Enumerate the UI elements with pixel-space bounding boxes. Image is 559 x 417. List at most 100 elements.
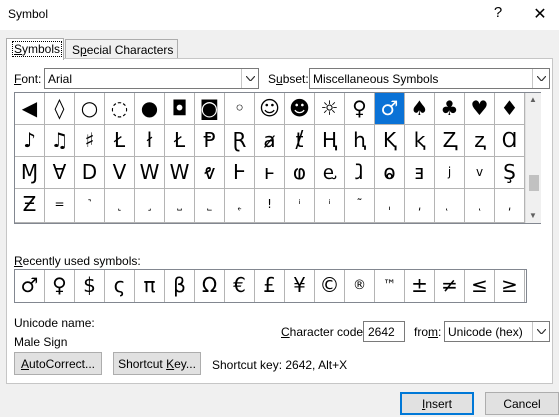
- symbol-cell[interactable]: ͺ: [465, 189, 495, 223]
- symbol-cell[interactable]: =: [45, 189, 75, 223]
- symbol-cell[interactable]: ͵: [405, 189, 435, 223]
- recent-symbols-strip[interactable]: ♂ ♀ $ ς π β Ω € £ ¥ © ® ™ ± ≠ ≤ ≥: [14, 269, 527, 303]
- symbol-cell[interactable]: v: [465, 157, 495, 189]
- symbol-cell[interactable]: ☼: [315, 93, 345, 125]
- recent-symbol-cell[interactable]: ≥: [495, 270, 525, 302]
- symbol-cell[interactable]: V: [105, 157, 135, 189]
- symbol-cell[interactable]: Ⱬ: [435, 125, 465, 157]
- symbol-cell[interactable]: ⱦ: [285, 125, 315, 157]
- recent-symbol-cell[interactable]: €: [225, 270, 255, 302]
- character-code-input[interactable]: 2642: [363, 321, 405, 342]
- symbol-cell[interactable]: ◘: [165, 93, 195, 125]
- symbol-cell[interactable]: ⱪ: [405, 125, 435, 157]
- symbol-cell[interactable]: Ⱶ: [225, 157, 255, 189]
- symbol-cell[interactable]: ♦: [495, 93, 525, 125]
- symbol-cell[interactable]: ♀: [345, 93, 375, 125]
- symbol-cell[interactable]: ˿: [225, 189, 255, 223]
- shortcut-key-button[interactable]: Shortcut Key...: [113, 352, 201, 375]
- symbol-cell[interactable]: W: [165, 157, 195, 189]
- recent-symbol-cell[interactable]: ¥: [285, 270, 315, 302]
- symbol-grid-scrollbar[interactable]: ▲ ▼: [525, 93, 541, 223]
- symbol-cell[interactable]: ◊: [45, 93, 75, 125]
- symbol-cell[interactable]: ⱺ: [375, 157, 405, 189]
- symbol-cell[interactable]: ◌: [105, 93, 135, 125]
- close-button[interactable]: ✕: [530, 4, 550, 24]
- symbol-cell[interactable]: Ɑ: [495, 125, 525, 157]
- subset-dropdown-chevron-down-icon[interactable]: [532, 69, 549, 88]
- symbol-cell[interactable]: ⱷ: [285, 157, 315, 189]
- symbol-cell[interactable]: D: [75, 157, 105, 189]
- symbol-cell[interactable]: W: [135, 157, 165, 189]
- symbol-grid[interactable]: ▲ ▼ ◀ ◊ ○ ◌ ● ◘ ◙ ◦ ☺ ☻ ☼ ♀ ♂ ♠ ♣ ♥ ♦ ♪ ♫ ♯ Łł Ł Ᵽ Ɽⱥ ⱦ Ⱨⱨ Ⱪⱪ Ⱬⱬ Ɑ Ɱ Ɐ…: [14, 92, 541, 224]
- recent-symbol-cell[interactable]: ♂: [15, 270, 45, 302]
- symbol-cell[interactable]: ˻: [105, 189, 135, 223]
- symbol-cell[interactable]: ⁱ: [285, 189, 315, 223]
- symbol-cell[interactable]: ˾: [195, 189, 225, 223]
- scroll-down-icon[interactable]: ▼: [529, 211, 537, 220]
- symbol-cell[interactable]: ♂: [375, 93, 405, 125]
- from-dropdown-chevron-down-icon[interactable]: [532, 322, 549, 341]
- symbol-cell[interactable]: ◦: [225, 93, 255, 125]
- autocorrect-button[interactable]: AutoCorrect...: [14, 352, 102, 375]
- symbol-cell[interactable]: Ɽ: [225, 125, 255, 157]
- symbol-cell[interactable]: ☻: [285, 93, 315, 125]
- symbol-cell[interactable]: Ɐ: [45, 157, 75, 189]
- symbol-cell[interactable]: ˼: [135, 189, 165, 223]
- symbol-cell[interactable]: ⱶ: [255, 157, 285, 189]
- symbol-cell[interactable]: ⁱ: [315, 189, 345, 223]
- tab-special-characters[interactable]: Special Characters: [65, 39, 178, 59]
- symbol-cell[interactable]: ♪: [15, 125, 45, 157]
- recent-symbol-cell[interactable]: ©: [315, 270, 345, 302]
- recent-symbol-cell[interactable]: ς: [105, 270, 135, 302]
- recent-symbol-cell[interactable]: β: [165, 270, 195, 302]
- recent-symbol-cell[interactable]: π: [135, 270, 165, 302]
- tab-symbols[interactable]: Symbols: [6, 38, 64, 60]
- symbol-cell[interactable]: ⱥ: [255, 125, 285, 157]
- symbol-cell[interactable]: ♣: [435, 93, 465, 125]
- symbol-cell[interactable]: Ş: [495, 157, 525, 189]
- symbol-cell[interactable]: ⱻ: [405, 157, 435, 189]
- symbol-cell[interactable]: ˜: [345, 189, 375, 223]
- symbol-cell[interactable]: Ⱪ: [375, 125, 405, 157]
- font-select[interactable]: Arial: [44, 68, 259, 89]
- symbol-cell[interactable]: Ᵽ: [195, 125, 225, 157]
- symbol-cell[interactable]: ͵: [495, 189, 525, 223]
- symbol-cell[interactable]: Ł: [165, 125, 195, 157]
- symbol-cell[interactable]: ⱬ: [465, 125, 495, 157]
- recent-symbol-cell[interactable]: Ω: [195, 270, 225, 302]
- recent-symbol-cell[interactable]: ±: [405, 270, 435, 302]
- scroll-thumb[interactable]: [529, 175, 539, 191]
- symbol-cell[interactable]: Ɱ: [15, 157, 45, 189]
- symbol-cell[interactable]: ˌ: [375, 189, 405, 223]
- symbol-cell[interactable]: ♥: [465, 93, 495, 125]
- symbol-cell[interactable]: ˽: [165, 189, 195, 223]
- symbol-cell[interactable]: ●: [135, 93, 165, 125]
- symbol-cell[interactable]: ⱹ: [345, 157, 375, 189]
- from-select[interactable]: Unicode (hex): [444, 321, 550, 342]
- recent-symbol-cell[interactable]: ™: [375, 270, 405, 302]
- symbol-cell[interactable]: ☺: [255, 93, 285, 125]
- recent-symbol-cell[interactable]: ♀: [45, 270, 75, 302]
- symbol-cell[interactable]: ⱴ: [195, 157, 225, 189]
- subset-select[interactable]: Miscellaneous Symbols: [309, 68, 550, 89]
- font-dropdown-chevron-down-icon[interactable]: [241, 69, 258, 88]
- symbol-cell[interactable]: ♠: [405, 93, 435, 125]
- symbol-cell[interactable]: j: [435, 157, 465, 189]
- symbol-cell[interactable]: ○: [75, 93, 105, 125]
- symbol-cell[interactable]: ◀: [15, 93, 45, 125]
- symbol-cell[interactable]: ⱨ: [345, 125, 375, 157]
- help-button[interactable]: ?: [488, 4, 508, 21]
- symbol-cell[interactable]: ˺: [75, 189, 105, 223]
- recent-symbol-cell[interactable]: ≤: [465, 270, 495, 302]
- insert-button[interactable]: Insert: [400, 392, 474, 415]
- symbol-cell[interactable]: !: [255, 189, 285, 223]
- recent-symbol-cell[interactable]: ≠: [435, 270, 465, 302]
- symbol-cell[interactable]: Ƶ: [15, 189, 45, 223]
- recent-symbol-cell[interactable]: £: [255, 270, 285, 302]
- scroll-up-icon[interactable]: ▲: [529, 95, 537, 104]
- symbol-cell[interactable]: ♯: [75, 125, 105, 157]
- symbol-cell[interactable]: ◙: [195, 93, 225, 125]
- symbol-cell[interactable]: Ⱨ: [315, 125, 345, 157]
- cancel-button[interactable]: Cancel: [485, 392, 559, 415]
- recent-symbol-cell[interactable]: ®: [345, 270, 375, 302]
